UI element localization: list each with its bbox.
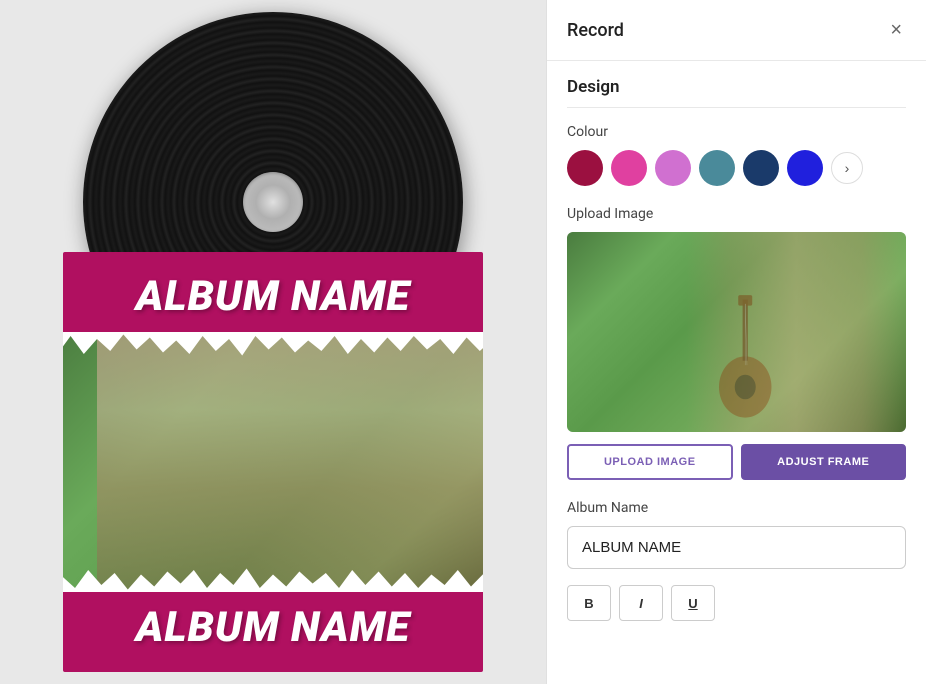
canvas-area: ALBUM NAME ALBUM NAME	[0, 0, 546, 684]
close-button[interactable]: ×	[886, 16, 906, 44]
upload-image-label: Upload Image	[567, 206, 906, 222]
album-wrapper: ALBUM NAME ALBUM NAME	[63, 12, 483, 672]
action-button-row: UPLOAD IMAGE ADJUST FRAME	[567, 444, 906, 480]
color-swatch-royal-blue[interactable]	[787, 150, 823, 186]
image-preview-inner	[567, 232, 906, 432]
bold-button[interactable]: B	[567, 585, 611, 621]
album-name-input[interactable]	[567, 526, 906, 569]
color-swatch-lavender[interactable]	[655, 150, 691, 186]
album-title-top: ALBUM NAME	[63, 272, 483, 321]
right-panel: Record × Design Colour › Upload Image	[546, 0, 926, 684]
guitar-icon	[652, 282, 838, 422]
color-next-button[interactable]: ›	[831, 152, 863, 184]
colour-label: Colour	[567, 124, 906, 140]
style-buttons: B I U	[567, 585, 906, 621]
color-swatch-navy[interactable]	[743, 150, 779, 186]
album-name-label: Album Name	[567, 500, 906, 516]
color-swatch-teal[interactable]	[699, 150, 735, 186]
design-section-title: Design	[567, 77, 906, 108]
upload-image-button[interactable]: UPLOAD IMAGE	[567, 444, 733, 480]
color-swatch-hot-pink[interactable]	[611, 150, 647, 186]
color-swatch-dark-red[interactable]	[567, 150, 603, 186]
panel-content: Design Colour › Upload Image	[547, 61, 926, 684]
adjust-frame-button[interactable]: ADJUST FRAME	[741, 444, 907, 480]
person-figure	[97, 332, 483, 592]
panel-header: Record ×	[547, 0, 926, 61]
italic-button[interactable]: I	[619, 585, 663, 621]
album-title-bottom: ALBUM NAME	[63, 603, 483, 652]
panel-title: Record	[567, 20, 624, 41]
underline-button[interactable]: U	[671, 585, 715, 621]
album-image	[63, 332, 483, 592]
image-preview	[567, 232, 906, 432]
color-row: ›	[567, 150, 906, 186]
torn-image-container	[63, 332, 483, 592]
album-cover: ALBUM NAME ALBUM NAME	[63, 252, 483, 672]
